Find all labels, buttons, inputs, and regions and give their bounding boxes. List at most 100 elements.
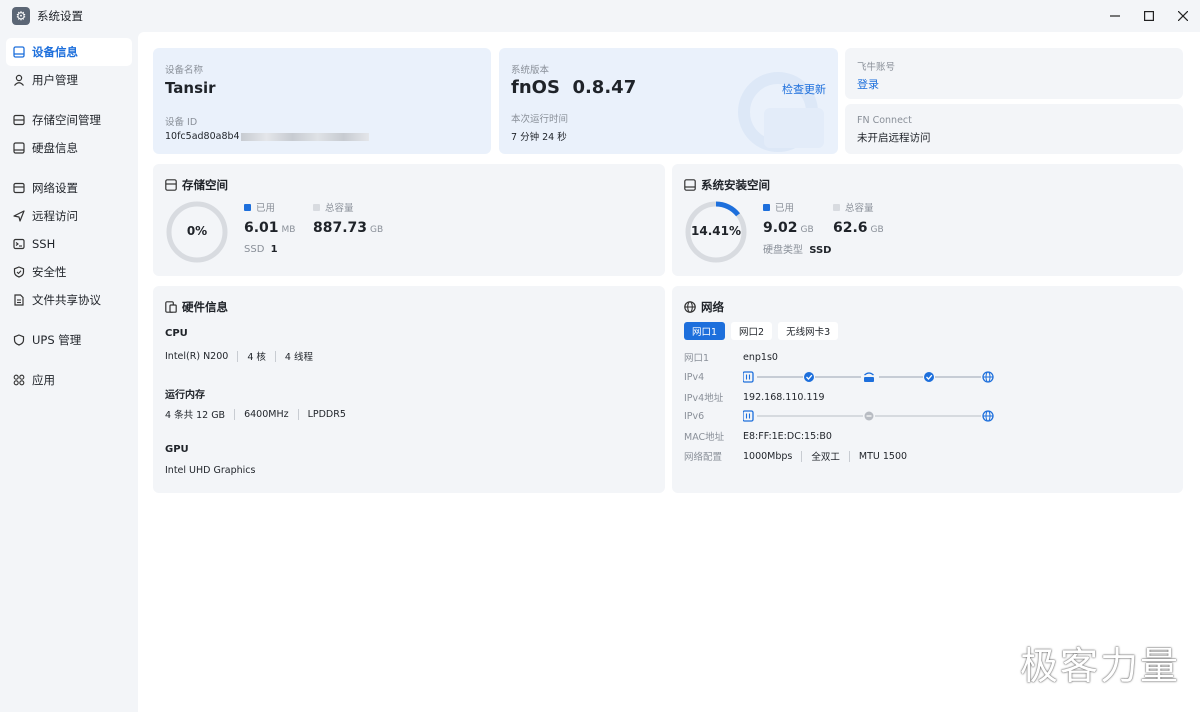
minimize-icon	[1110, 15, 1120, 17]
system-storage-used: 已用 9.02 GB	[763, 200, 814, 236]
disk-icon	[12, 141, 26, 155]
storage-disk-count: 1	[270, 244, 278, 255]
sidebar-item-label: 硬盘信息	[32, 141, 78, 155]
storage-percent: 0%	[186, 224, 208, 238]
storage-total-value: 887.73	[313, 220, 368, 236]
ipv6-connection-diagram	[743, 410, 994, 422]
system-version: fnOS 0.8.47	[511, 77, 637, 98]
device-icon	[12, 45, 26, 59]
sidebar-item-ssh[interactable]: SSH	[6, 230, 132, 258]
device-id-label: 设备 ID	[165, 117, 198, 128]
network-tabs: 网口1 网口2 无线网卡3	[684, 322, 844, 340]
cpu-threads: 4 线程	[284, 352, 313, 363]
sidebar-item-remote-access[interactable]: 远程访问	[6, 202, 132, 230]
uptime: 7 分钟 24 秒	[511, 132, 567, 143]
gear-icon: ⚙	[12, 7, 30, 25]
ipv4-address-label: IPv4地址	[684, 393, 724, 404]
uptime-label: 本次运行时间	[511, 114, 569, 125]
window-title: 系统设置	[37, 9, 83, 23]
network-config-label: 网络配置	[684, 452, 723, 463]
system-storage-percent: 14.41%	[691, 224, 741, 238]
ipv4-address: 192.168.110.119	[743, 391, 825, 403]
network-ipv4-address-row: IPv4地址 192.168.110.119	[684, 390, 825, 405]
sidebar-item-device-info[interactable]: 设备信息	[6, 38, 132, 66]
mac-label: MAC地址	[684, 432, 725, 443]
sidebar-item-apps[interactable]: 应用	[6, 366, 132, 394]
network-title: 网络	[684, 299, 724, 315]
link-speed: 1000Mbps	[743, 450, 793, 462]
close-button[interactable]	[1166, 0, 1200, 32]
shield-icon	[12, 265, 26, 279]
system-storage-total-label: 总容量	[845, 203, 874, 214]
sidebar-item-disk-info[interactable]: 硬盘信息	[6, 134, 132, 162]
hardware-title: 硬件信息	[165, 299, 228, 315]
network-config-values: 1000Mbps 全双工 MTU 1500	[743, 449, 907, 463]
check-update-link[interactable]: 检查更新	[782, 81, 826, 97]
sidebar-item-label: SSH	[32, 237, 56, 251]
ups-icon	[12, 333, 26, 347]
system-version-card: 系统版本 fnOS 0.8.47 检查更新 本次运行时间 7 分钟 24 秒	[499, 48, 838, 154]
gpu-label: GPU	[165, 444, 189, 455]
storage-used-value: 6.01	[244, 220, 279, 236]
account-card: 飞牛账号 登录	[845, 48, 1183, 99]
router-icon	[864, 372, 874, 382]
tab-port-2[interactable]: 网口2	[731, 322, 773, 340]
maximize-icon	[1144, 11, 1154, 21]
system-storage-disk-type-label: 硬盘类型	[763, 245, 803, 256]
sidebar-item-network-settings[interactable]: 网络设置	[6, 174, 132, 202]
system-storage-card: 系统安装空间 14.41% 已用 9.02 GB 总容量 62.6 GB 硬盘类型 …	[672, 164, 1183, 276]
device-id: 10fc5ad80a8b4	[165, 131, 369, 142]
sidebar-item-label: 文件共享协议	[32, 293, 101, 307]
storage-title: 存储空间	[165, 177, 228, 193]
fn-connect-label: FN Connect	[857, 115, 912, 126]
device-name: Tansir	[165, 79, 216, 97]
system-storage-title-text: 系统安装空间	[701, 178, 770, 192]
sidebar-item-ups[interactable]: UPS 管理	[6, 326, 132, 354]
tab-port-1[interactable]: 网口1	[684, 322, 726, 340]
fn-connect-card: FN Connect 未开启远程访问	[845, 104, 1183, 154]
sidebar-item-file-sharing[interactable]: 文件共享协议	[6, 286, 132, 314]
system-storage-used-unit: GB	[800, 225, 814, 235]
sidebar-item-storage-management[interactable]: 存储空间管理	[6, 106, 132, 134]
close-icon	[1178, 11, 1188, 21]
ipv4-label: IPv4	[684, 371, 705, 383]
sidebar-item-label: 安全性	[32, 265, 67, 279]
system-storage-title: 系统安装空间	[684, 177, 770, 193]
disconnected-dot-icon	[864, 411, 874, 421]
login-link[interactable]: 登录	[857, 76, 879, 92]
device-id-value: 10fc5ad80a8b4	[165, 131, 240, 142]
storage-icon	[12, 113, 26, 127]
internet-globe-icon	[982, 410, 994, 422]
tab-wireless-3[interactable]: 无线网卡3	[778, 322, 839, 340]
memory-type: LPDDR5	[307, 408, 346, 420]
minimize-button[interactable]	[1098, 0, 1132, 32]
title-bar: ⚙ 系统设置	[0, 0, 1200, 32]
duplex-mode: 全双工	[811, 452, 840, 463]
sidebar-item-label: 远程访问	[32, 209, 78, 223]
storage-card: 存储空间 0% 已用 6.01 MB 总容量 887.73 GB SSD 1	[153, 164, 665, 276]
storage-used-unit: MB	[281, 225, 296, 235]
sidebar-item-user-management[interactable]: 用户管理	[6, 66, 132, 94]
mtu-value: MTU 1500	[858, 450, 908, 462]
storage-title-text: 存储空间	[182, 178, 228, 192]
system-storage-disk-type: SSD	[809, 245, 832, 256]
total-legend-dot	[833, 203, 840, 211]
system-storage-total: 总容量 62.6 GB	[833, 200, 884, 236]
storage-total-label: 总容量	[325, 203, 354, 214]
memory-size: 4 条共 12 GB	[165, 410, 226, 421]
storage-total-unit: GB	[370, 225, 384, 235]
connected-check-icon	[804, 372, 814, 382]
cpu-label: CPU	[165, 328, 188, 339]
memory-speed: 6400MHz	[244, 408, 289, 420]
mac-address: E8:FF:1E:DC:15:B0	[743, 430, 832, 442]
maximize-button[interactable]	[1132, 0, 1166, 32]
file-share-icon	[12, 293, 26, 307]
ipv6-label: IPv6	[684, 410, 705, 422]
sidebar-item-security[interactable]: 安全性	[6, 258, 132, 286]
sidebar-item-label: 设备信息	[32, 45, 78, 59]
sidebar-item-label: 网络设置	[32, 181, 78, 195]
ipv4-connection-diagram	[743, 371, 994, 383]
gpu-details: Intel UHD Graphics	[165, 465, 255, 476]
fn-connect-status: 未开启远程访问	[857, 132, 931, 144]
storage-icon	[165, 179, 177, 191]
